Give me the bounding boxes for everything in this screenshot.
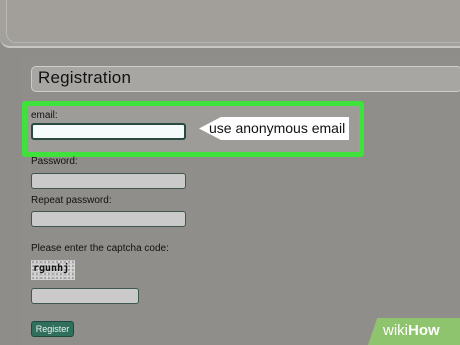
page-title: Registration [38, 68, 132, 87]
watermark-wiki: wiki [383, 322, 408, 339]
callout-text: use anonymous email [209, 120, 346, 136]
watermark-how: How [408, 322, 440, 339]
email-input[interactable] [31, 123, 186, 140]
captcha-code: rgunhj [33, 263, 70, 274]
register-button[interactable]: Register [31, 321, 74, 337]
captcha-input[interactable] [31, 288, 139, 304]
top-panel-inner [6, 0, 460, 43]
repeat-password-label: Repeat password: [31, 195, 112, 206]
top-panel [0, 0, 460, 48]
email-label: email: [31, 110, 58, 121]
repeat-password-input[interactable] [31, 211, 186, 227]
password-label: Password: [31, 156, 78, 167]
password-input[interactable] [31, 173, 186, 189]
watermark: wikiHow [383, 322, 440, 339]
captcha-label: Please enter the captcha code: [31, 243, 169, 254]
